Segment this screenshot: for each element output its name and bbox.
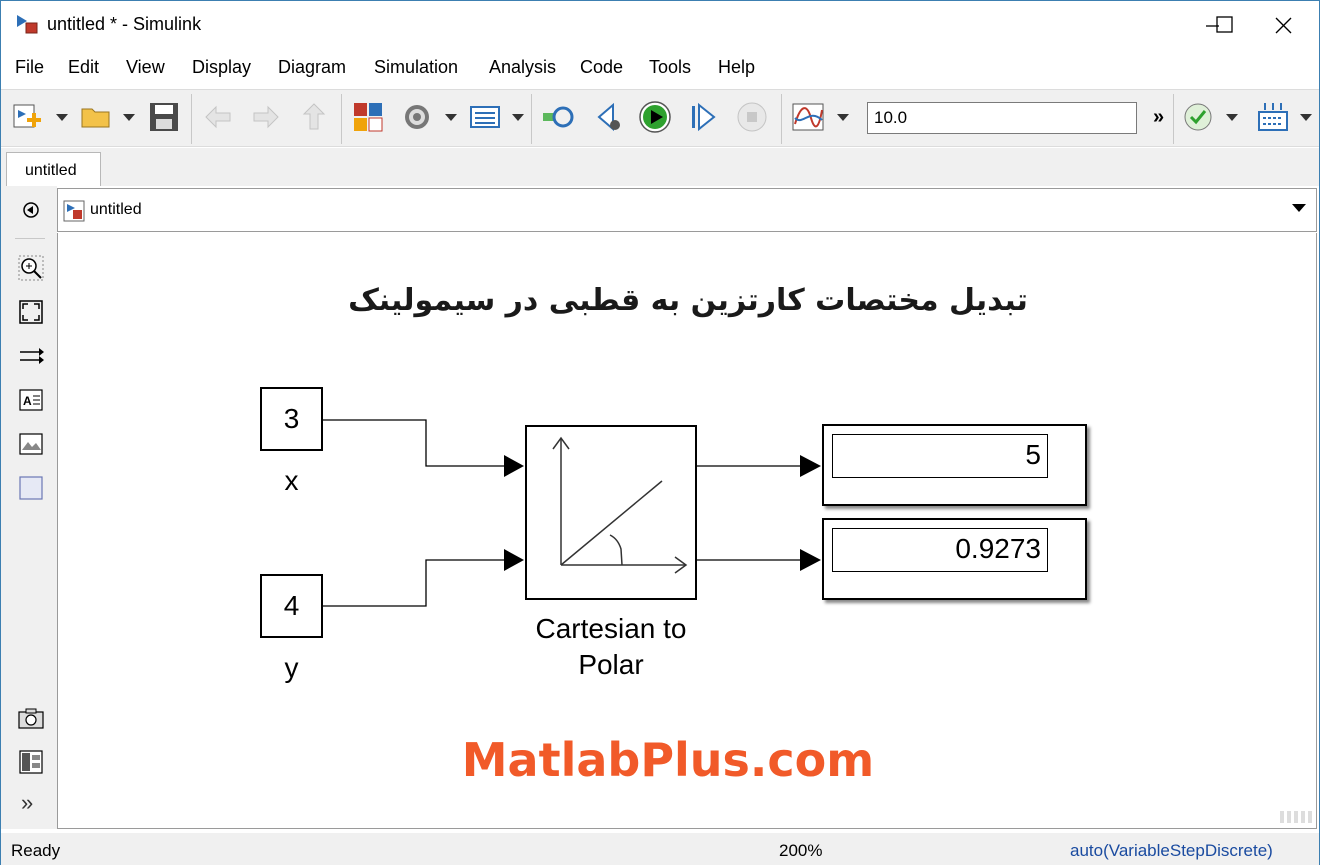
display-angle-block[interactable]: 0.9273 <box>822 518 1087 600</box>
menu-simulation[interactable]: Simulation <box>374 57 458 78</box>
display-angle-value: 0.9273 <box>832 528 1048 572</box>
up-arrow-icon[interactable] <box>297 100 331 134</box>
constant-y-value: 4 <box>283 590 300 621</box>
fit-to-view-icon[interactable] <box>17 298 45 326</box>
back-arrow-icon[interactable] <box>201 100 235 134</box>
menu-bar: File Edit View Display Diagram Simulatio… <box>1 53 1319 83</box>
constant-y-label: y <box>284 652 299 683</box>
address-bar: untitled <box>57 188 1317 232</box>
toolbar-separator <box>781 94 782 144</box>
hide-browser-icon[interactable] <box>17 196 45 224</box>
step-forward-icon[interactable] <box>687 100 721 134</box>
forward-arrow-icon[interactable] <box>249 100 283 134</box>
constant-x-label: x <box>284 465 299 496</box>
build-dropdown-arrow[interactable] <box>1300 114 1312 121</box>
new-model-icon[interactable] <box>11 100 45 134</box>
stop-icon[interactable] <box>735 100 769 134</box>
property-inspector-icon[interactable] <box>17 748 45 776</box>
address-dropdown-arrow[interactable] <box>1292 204 1306 212</box>
toolbar-separator <box>531 94 532 144</box>
solver-link[interactable]: auto(VariableStepDiscrete) <box>1070 841 1273 861</box>
simulink-window: untitled * - Simulink File Edit View Dis… <box>0 0 1320 865</box>
step-back-icon[interactable] <box>591 100 625 134</box>
resize-grip-icon[interactable] <box>1280 809 1314 823</box>
toolbar: » <box>1 89 1319 147</box>
model-settings-gear-icon[interactable] <box>400 100 434 134</box>
model-explorer-icon[interactable] <box>468 100 502 134</box>
signal-angle[interactable] <box>696 549 821 571</box>
model-advisor-check-icon[interactable] <box>1181 100 1215 134</box>
menu-help[interactable]: Help <box>718 57 755 78</box>
stop-time-field[interactable] <box>867 102 1137 134</box>
inspector-dropdown-arrow[interactable] <box>837 114 849 121</box>
constant-x-value: 3 <box>283 403 300 434</box>
build-model-icon[interactable] <box>1256 100 1290 134</box>
menu-view[interactable]: View <box>126 57 165 78</box>
image-annotation-icon[interactable] <box>17 430 45 458</box>
converter-label-line1: Cartesian to <box>535 613 687 644</box>
save-icon[interactable] <box>147 100 181 134</box>
tab-untitled[interactable]: untitled <box>6 152 101 186</box>
menu-analysis[interactable]: Analysis <box>489 57 556 78</box>
area-icon[interactable] <box>17 474 45 502</box>
display-magnitude-value: 5 <box>832 434 1048 478</box>
menu-diagram[interactable]: Diagram <box>278 57 346 78</box>
close-button[interactable] <box>1263 9 1303 41</box>
status-text: Ready <box>11 841 61 860</box>
maximize-icon <box>1216 16 1233 33</box>
signal-y[interactable] <box>322 549 524 607</box>
window-title: untitled * - Simulink <box>47 14 202 34</box>
explorer-dropdown-arrow[interactable] <box>512 114 524 121</box>
toolbar-overflow-button[interactable]: » <box>1153 106 1164 129</box>
toolbar-separator <box>341 94 342 144</box>
open-dropdown-arrow[interactable] <box>123 114 135 121</box>
settings-dropdown-arrow[interactable] <box>445 114 457 121</box>
open-folder-icon[interactable] <box>79 100 113 134</box>
model-icon <box>63 200 85 222</box>
menu-file[interactable]: File <box>15 57 44 78</box>
display-magnitude-block[interactable]: 5 <box>822 424 1087 506</box>
run-icon[interactable] <box>638 100 672 134</box>
cartesian-to-polar-block[interactable] <box>525 425 697 600</box>
close-icon <box>1275 17 1292 34</box>
palette-separator <box>15 238 45 239</box>
palette-more-button[interactable]: » <box>21 790 33 816</box>
menu-edit[interactable]: Edit <box>68 57 99 78</box>
new-dropdown-arrow[interactable] <box>56 114 68 121</box>
svg-text:A: A <box>23 394 32 408</box>
toolbar-separator <box>1173 94 1174 144</box>
screenshot-camera-icon[interactable] <box>17 704 45 732</box>
data-inspector-icon[interactable] <box>791 100 825 134</box>
menu-tools[interactable]: Tools <box>649 57 691 78</box>
watermark-text: MatlabPlus.com <box>461 733 875 787</box>
advisor-dropdown-arrow[interactable] <box>1226 114 1238 121</box>
menu-code[interactable]: Code <box>580 57 623 78</box>
zoom-icon[interactable] <box>17 254 45 282</box>
menu-display[interactable]: Display <box>192 57 251 78</box>
breadcrumb-model[interactable]: untitled <box>90 201 142 219</box>
left-palette: A » <box>1 186 57 829</box>
library-browser-icon[interactable] <box>351 100 385 134</box>
model-canvas[interactable]: تبدیل مختصات کارتزین به قطبی در سیمولینک <box>57 233 1317 829</box>
signal-magnitude[interactable] <box>696 455 821 477</box>
route-lines-icon[interactable] <box>17 342 45 370</box>
status-bar: Ready 200% auto(VariableStepDiscrete) <box>1 833 1319 865</box>
zoom-level: 200% <box>779 841 823 860</box>
update-diagram-icon[interactable] <box>541 100 575 134</box>
signal-x[interactable] <box>322 419 524 477</box>
simulink-app-icon <box>17 15 38 34</box>
annotation-icon[interactable]: A <box>17 386 45 414</box>
converter-label-line2: Polar <box>578 649 644 680</box>
title-bar: untitled * - Simulink <box>1 1 1319 49</box>
tab-strip: untitled <box>1 148 1319 186</box>
toolbar-separator <box>191 94 192 144</box>
